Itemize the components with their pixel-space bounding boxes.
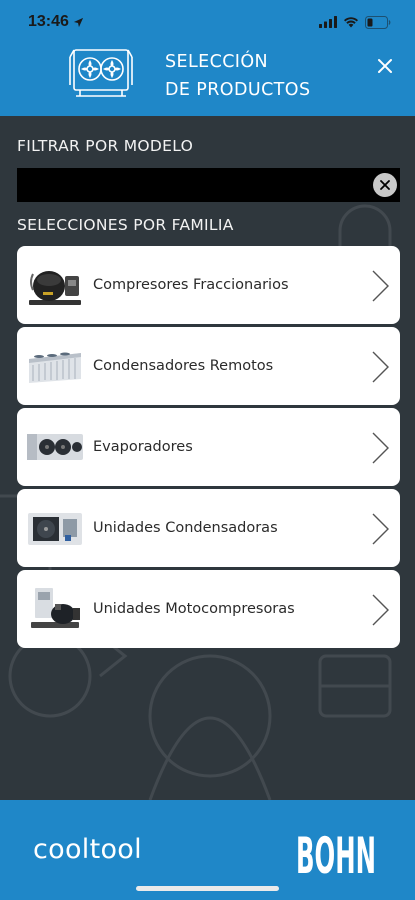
family-section-label: SELECCIONES POR FAMILIA <box>17 216 234 234</box>
home-indicator[interactable] <box>136 886 279 891</box>
clear-filter-button[interactable] <box>373 173 397 197</box>
chevron-right-icon <box>372 270 389 302</box>
family-item-evaporadores[interactable]: Evaporadores <box>17 408 400 486</box>
cellular-signal-icon <box>319 16 337 28</box>
status-bar: 13:46 <box>0 0 415 44</box>
brand-logo: BOHN <box>296 827 376 879</box>
filter-label: FILTRAR POR MODELO <box>17 137 194 155</box>
family-item-compresores-fraccionarios[interactable]: Compresores Fraccionarios <box>17 246 400 324</box>
chevron-right-icon <box>372 594 389 626</box>
location-arrow-icon <box>73 17 84 27</box>
evaporator-icon <box>27 434 83 460</box>
app-name: cooltool <box>33 834 142 865</box>
family-item-label: Unidades Condensadoras <box>93 520 278 536</box>
status-time: 13:46 <box>28 13 84 31</box>
status-icons <box>319 15 391 29</box>
brand-logo-text: BOHN <box>296 827 376 879</box>
family-item-label: Condensadores Remotos <box>93 358 274 374</box>
motocompressor-unit-icon <box>31 588 80 628</box>
refrigeration-unit-icon <box>69 49 133 97</box>
filter-field <box>17 168 400 202</box>
close-icon[interactable] <box>374 55 396 77</box>
status-time-text: 13:46 <box>28 13 69 30</box>
family-item-condensadores-remotos[interactable]: Condensadores Remotos <box>17 327 400 405</box>
family-item-unidades-condensadoras[interactable]: Unidades Condensadoras <box>17 489 400 567</box>
remote-condenser-icon <box>29 352 81 383</box>
app-header: 13:46 SELECCIÓN DE PRODUCTOS <box>0 0 415 116</box>
family-item-label: Compresores Fraccionarios <box>93 277 289 293</box>
family-item-unidades-motocompresoras[interactable]: Unidades Motocompresoras <box>17 570 400 648</box>
family-item-label: Unidades Motocompresoras <box>93 601 295 617</box>
close-icon <box>380 180 390 190</box>
battery-icon <box>365 15 391 29</box>
filter-input[interactable] <box>17 168 400 202</box>
page-title-line1: SELECCIÓN <box>165 52 269 72</box>
chevron-right-icon <box>372 432 389 464</box>
family-item-label: Evaporadores <box>93 439 193 455</box>
chevron-right-icon <box>372 513 389 545</box>
compressor-icon <box>29 271 81 305</box>
wifi-icon <box>344 17 358 28</box>
chevron-right-icon <box>372 351 389 383</box>
family-list: Compresores Fraccionarios Condensadores … <box>17 246 400 651</box>
condensing-unit-icon <box>28 513 82 545</box>
page-title: SELECCIÓN DE PRODUCTOS <box>165 48 310 104</box>
page-title-line2: DE PRODUCTOS <box>165 80 311 100</box>
